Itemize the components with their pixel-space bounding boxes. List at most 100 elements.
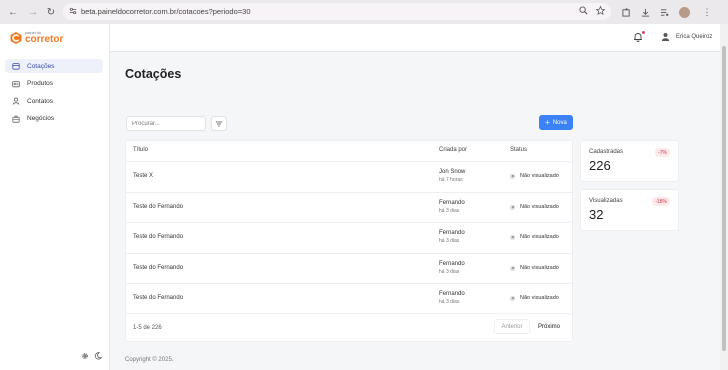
row-author: Jon Snow há 7 horas (439, 169, 465, 183)
created-ago: há 3 dias (439, 298, 460, 305)
sidebar-item-produtos[interactable]: Produtos (5, 77, 103, 91)
bookmark-star-icon[interactable] (596, 6, 605, 15)
status-dot-icon (510, 204, 515, 210)
sidebar-item-cotacoes[interactable]: Cotações (5, 59, 103, 73)
filter-button[interactable] (211, 116, 227, 131)
settings-gear-icon[interactable] (81, 352, 89, 360)
new-button-label: Nova (552, 119, 567, 126)
stat-value: 32 (589, 207, 604, 222)
page-scrollbar-thumb[interactable] (722, 46, 726, 351)
top-header: Erica Queiroz (110, 24, 728, 52)
back-arrow-icon[interactable]: ← (6, 5, 20, 19)
search-input[interactable] (126, 116, 206, 131)
notification-dot (642, 31, 645, 34)
status-dot-icon (510, 234, 515, 240)
new-quote-button[interactable]: + Nova (539, 115, 573, 130)
author-name: Jon Snow (439, 169, 466, 175)
sidebar-item-negocios[interactable]: Negócios (5, 112, 103, 126)
row-author: Fernando há 3 dias (439, 291, 465, 305)
site-settings-icon[interactable] (69, 7, 77, 15)
row-author: Fernando há 3 dias (439, 230, 465, 244)
stat-change-badge: -7% (655, 148, 670, 157)
row-status: Não visualizado (510, 204, 559, 210)
created-ago: há 3 dias (439, 237, 460, 244)
logo-wordmark: corretor (25, 34, 64, 45)
next-page-button[interactable]: Próximo (531, 319, 567, 334)
user-avatar-icon (661, 32, 670, 41)
browser-profile-avatar[interactable] (679, 6, 690, 18)
table-footer-divider (126, 313, 572, 314)
row-title: Teste do Fernando (133, 204, 184, 210)
extensions-icon[interactable] (622, 7, 631, 17)
previous-page-button[interactable]: Anterior (494, 319, 530, 334)
sidebar: painel do corretor Cotações Produtos Con… (0, 24, 110, 370)
sidebar-item-label: Cotações (27, 62, 55, 70)
column-header-created-by[interactable]: Criada por (439, 147, 467, 153)
row-title: Teste do Fernando (133, 265, 184, 271)
table-row[interactable]: Teste X Jon Snow há 7 horas Não visualiz… (126, 161, 572, 191)
row-status: Não visualizado (510, 173, 559, 179)
row-author: Fernando há 3 dias (439, 200, 465, 214)
author-name: Fernando (439, 200, 465, 206)
browser-toolbar: ← → ↻ beta.paineldocorretor.com.br/cotac… (0, 0, 728, 24)
column-header-title[interactable]: Título (133, 147, 148, 153)
author-name: Fernando (439, 261, 465, 267)
filter-icon (215, 121, 223, 126)
stat-value: 226 (589, 158, 611, 173)
status-text: Não visualizado (520, 234, 559, 240)
products-icon (12, 80, 20, 87)
table-row[interactable]: Teste do Fernando Fernando há 3 dias Não… (126, 253, 572, 283)
copyright-footer: Copyright © 2025. (125, 357, 174, 363)
row-title: Teste do Fernando (133, 295, 184, 301)
download-icon[interactable] (641, 8, 650, 17)
table-row[interactable]: Teste do Fernando Fernando há 3 dias Não… (126, 192, 572, 222)
created-ago: há 7 horas (439, 176, 463, 183)
stat-change-badge: -18% (652, 197, 670, 206)
sidebar-item-label: Produtos (27, 80, 54, 88)
created-ago: há 3 dias (439, 207, 460, 214)
row-author: Fernando há 3 dias (439, 261, 465, 275)
pagination-info: 1-5 de 226 (133, 325, 162, 331)
address-bar[interactable]: beta.paineldocorretor.com.br/cotacoes?pe… (63, 3, 611, 20)
sidebar-menu: Cotações Produtos Contatos Negócios (5, 59, 103, 129)
stat-label: Cadastradas (589, 149, 624, 155)
media-controls-icon[interactable] (660, 8, 669, 17)
status-dot-icon (510, 265, 515, 271)
sidebar-item-label: Contatos (27, 97, 54, 105)
row-title: Teste do Fernando (133, 234, 184, 240)
forward-arrow-icon[interactable]: → (26, 5, 40, 19)
dark-mode-moon-icon[interactable] (94, 352, 102, 360)
contacts-icon (12, 97, 20, 105)
business-icon (12, 115, 20, 123)
created-ago: há 3 dias (439, 268, 460, 275)
quote-icon (12, 63, 20, 70)
stat-card-registered: Cadastradas 226 -7% (580, 140, 679, 182)
table-row[interactable]: Teste do Fernando Fernando há 3 dias Não… (126, 222, 572, 252)
row-status: Não visualizado (510, 234, 559, 240)
status-text: Não visualizado (520, 265, 559, 271)
user-menu[interactable]: Erica Queiroz (661, 32, 712, 41)
stat-label: Visualizadas (589, 198, 623, 204)
status-text: Não visualizado (520, 173, 559, 179)
url-text: beta.paineldocorretor.com.br/cotacoes?pe… (81, 7, 251, 16)
status-dot-icon (510, 295, 515, 301)
browser-menu-icon[interactable]: ⋮ (700, 5, 714, 19)
reload-icon[interactable]: ↻ (44, 5, 58, 19)
user-name: Erica Queiroz (676, 33, 713, 40)
stat-card-viewed: Visualizadas 32 -18% (580, 189, 679, 231)
column-header-status[interactable]: Status (510, 147, 527, 153)
row-status: Não visualizado (510, 295, 559, 301)
sidebar-item-label: Negócios (27, 115, 55, 123)
logo-mark-icon (10, 32, 22, 44)
page-title: Cotações (125, 67, 182, 81)
zoom-search-icon[interactable] (579, 6, 588, 15)
sidebar-item-contatos[interactable]: Contatos (5, 94, 103, 108)
author-name: Fernando (439, 230, 465, 236)
plus-icon: + (545, 117, 550, 127)
row-status: Não visualizado (510, 265, 559, 271)
logo[interactable]: painel do corretor (9, 31, 63, 45)
table-row[interactable]: Teste do Fernando Fernando há 3 dias Não… (126, 283, 572, 313)
author-name: Fernando (439, 291, 465, 297)
status-text: Não visualizado (520, 295, 559, 301)
quotes-table: Título Criada por Status Teste X Jon Sno… (125, 140, 573, 342)
